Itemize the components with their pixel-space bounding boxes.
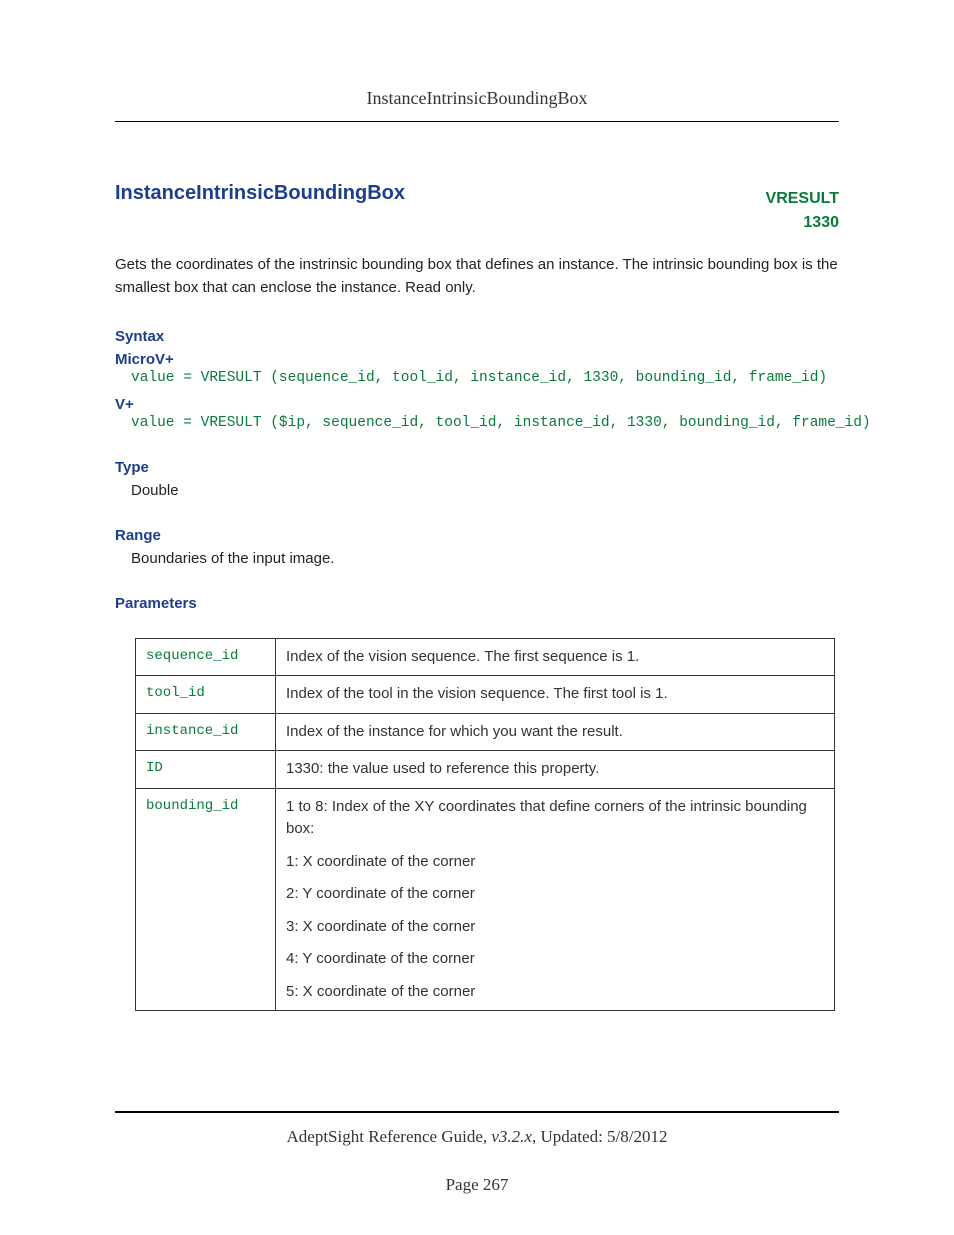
param-desc: Index of the tool in the vision sequence… bbox=[276, 676, 835, 714]
microv-code: value = VRESULT (sequence_id, tool_id, i… bbox=[131, 370, 839, 386]
param-desc: Index of the instance for which you want… bbox=[276, 713, 835, 751]
intro-paragraph: Gets the coordinates of the instrinsic b… bbox=[115, 253, 839, 300]
bounding-intro: 1 to 8: Index of the XY coordinates that… bbox=[286, 796, 824, 841]
param-name: instance_id bbox=[136, 713, 276, 751]
table-row: sequence_id Index of the vision sequence… bbox=[136, 638, 835, 676]
param-name: ID bbox=[136, 751, 276, 789]
param-desc: 1330: the value used to reference this p… bbox=[276, 751, 835, 789]
table-row: instance_id Index of the instance for wh… bbox=[136, 713, 835, 751]
microv-label: MicroV+ bbox=[115, 351, 839, 368]
bounding-line: 4: Y coordinate of the corner bbox=[286, 948, 824, 971]
table-row: tool_id Index of the tool in the vision … bbox=[136, 676, 835, 714]
syntax-label: Syntax bbox=[115, 328, 839, 345]
bounding-line: 2: Y coordinate of the corner bbox=[286, 883, 824, 906]
param-name: bounding_id bbox=[136, 788, 276, 1011]
bounding-line: 3: X coordinate of the corner bbox=[286, 916, 824, 939]
param-name: tool_id bbox=[136, 676, 276, 714]
tag-id: 1330 bbox=[115, 211, 839, 235]
page-number: Page 267 bbox=[115, 1175, 839, 1195]
page-footer: AdeptSight Reference Guide, v3.2.x, Upda… bbox=[115, 1111, 839, 1195]
parameters-label: Parameters bbox=[115, 595, 839, 612]
param-desc: 1 to 8: Index of the XY coordinates that… bbox=[276, 788, 835, 1011]
parameters-table: sequence_id Index of the vision sequence… bbox=[135, 638, 835, 1012]
footer-version: , v3.2.x bbox=[483, 1127, 532, 1146]
type-value: Double bbox=[131, 482, 839, 499]
bounding-line: 1: X coordinate of the corner bbox=[286, 851, 824, 874]
bounding-line: 5: X coordinate of the corner bbox=[286, 981, 824, 1004]
page-header-title: InstanceIntrinsicBoundingBox bbox=[115, 88, 839, 121]
param-name: sequence_id bbox=[136, 638, 276, 676]
footer-rule bbox=[115, 1111, 839, 1113]
type-label: Type bbox=[115, 459, 839, 476]
footer-updated: , Updated: 5/8/2012 bbox=[532, 1127, 668, 1146]
table-row: bounding_id 1 to 8: Index of the XY coor… bbox=[136, 788, 835, 1011]
footer-guide: AdeptSight Reference Guide bbox=[287, 1127, 483, 1146]
range-label: Range bbox=[115, 527, 839, 544]
vplus-code: value = VRESULT ($ip, sequence_id, tool_… bbox=[131, 415, 839, 431]
footer-text: AdeptSight Reference Guide, v3.2.x, Upda… bbox=[115, 1127, 839, 1147]
header-rule bbox=[115, 121, 839, 122]
param-desc: Index of the vision sequence. The first … bbox=[276, 638, 835, 676]
vplus-label: V+ bbox=[115, 396, 839, 413]
range-value: Boundaries of the input image. bbox=[131, 550, 839, 567]
table-row: ID 1330: the value used to reference thi… bbox=[136, 751, 835, 789]
